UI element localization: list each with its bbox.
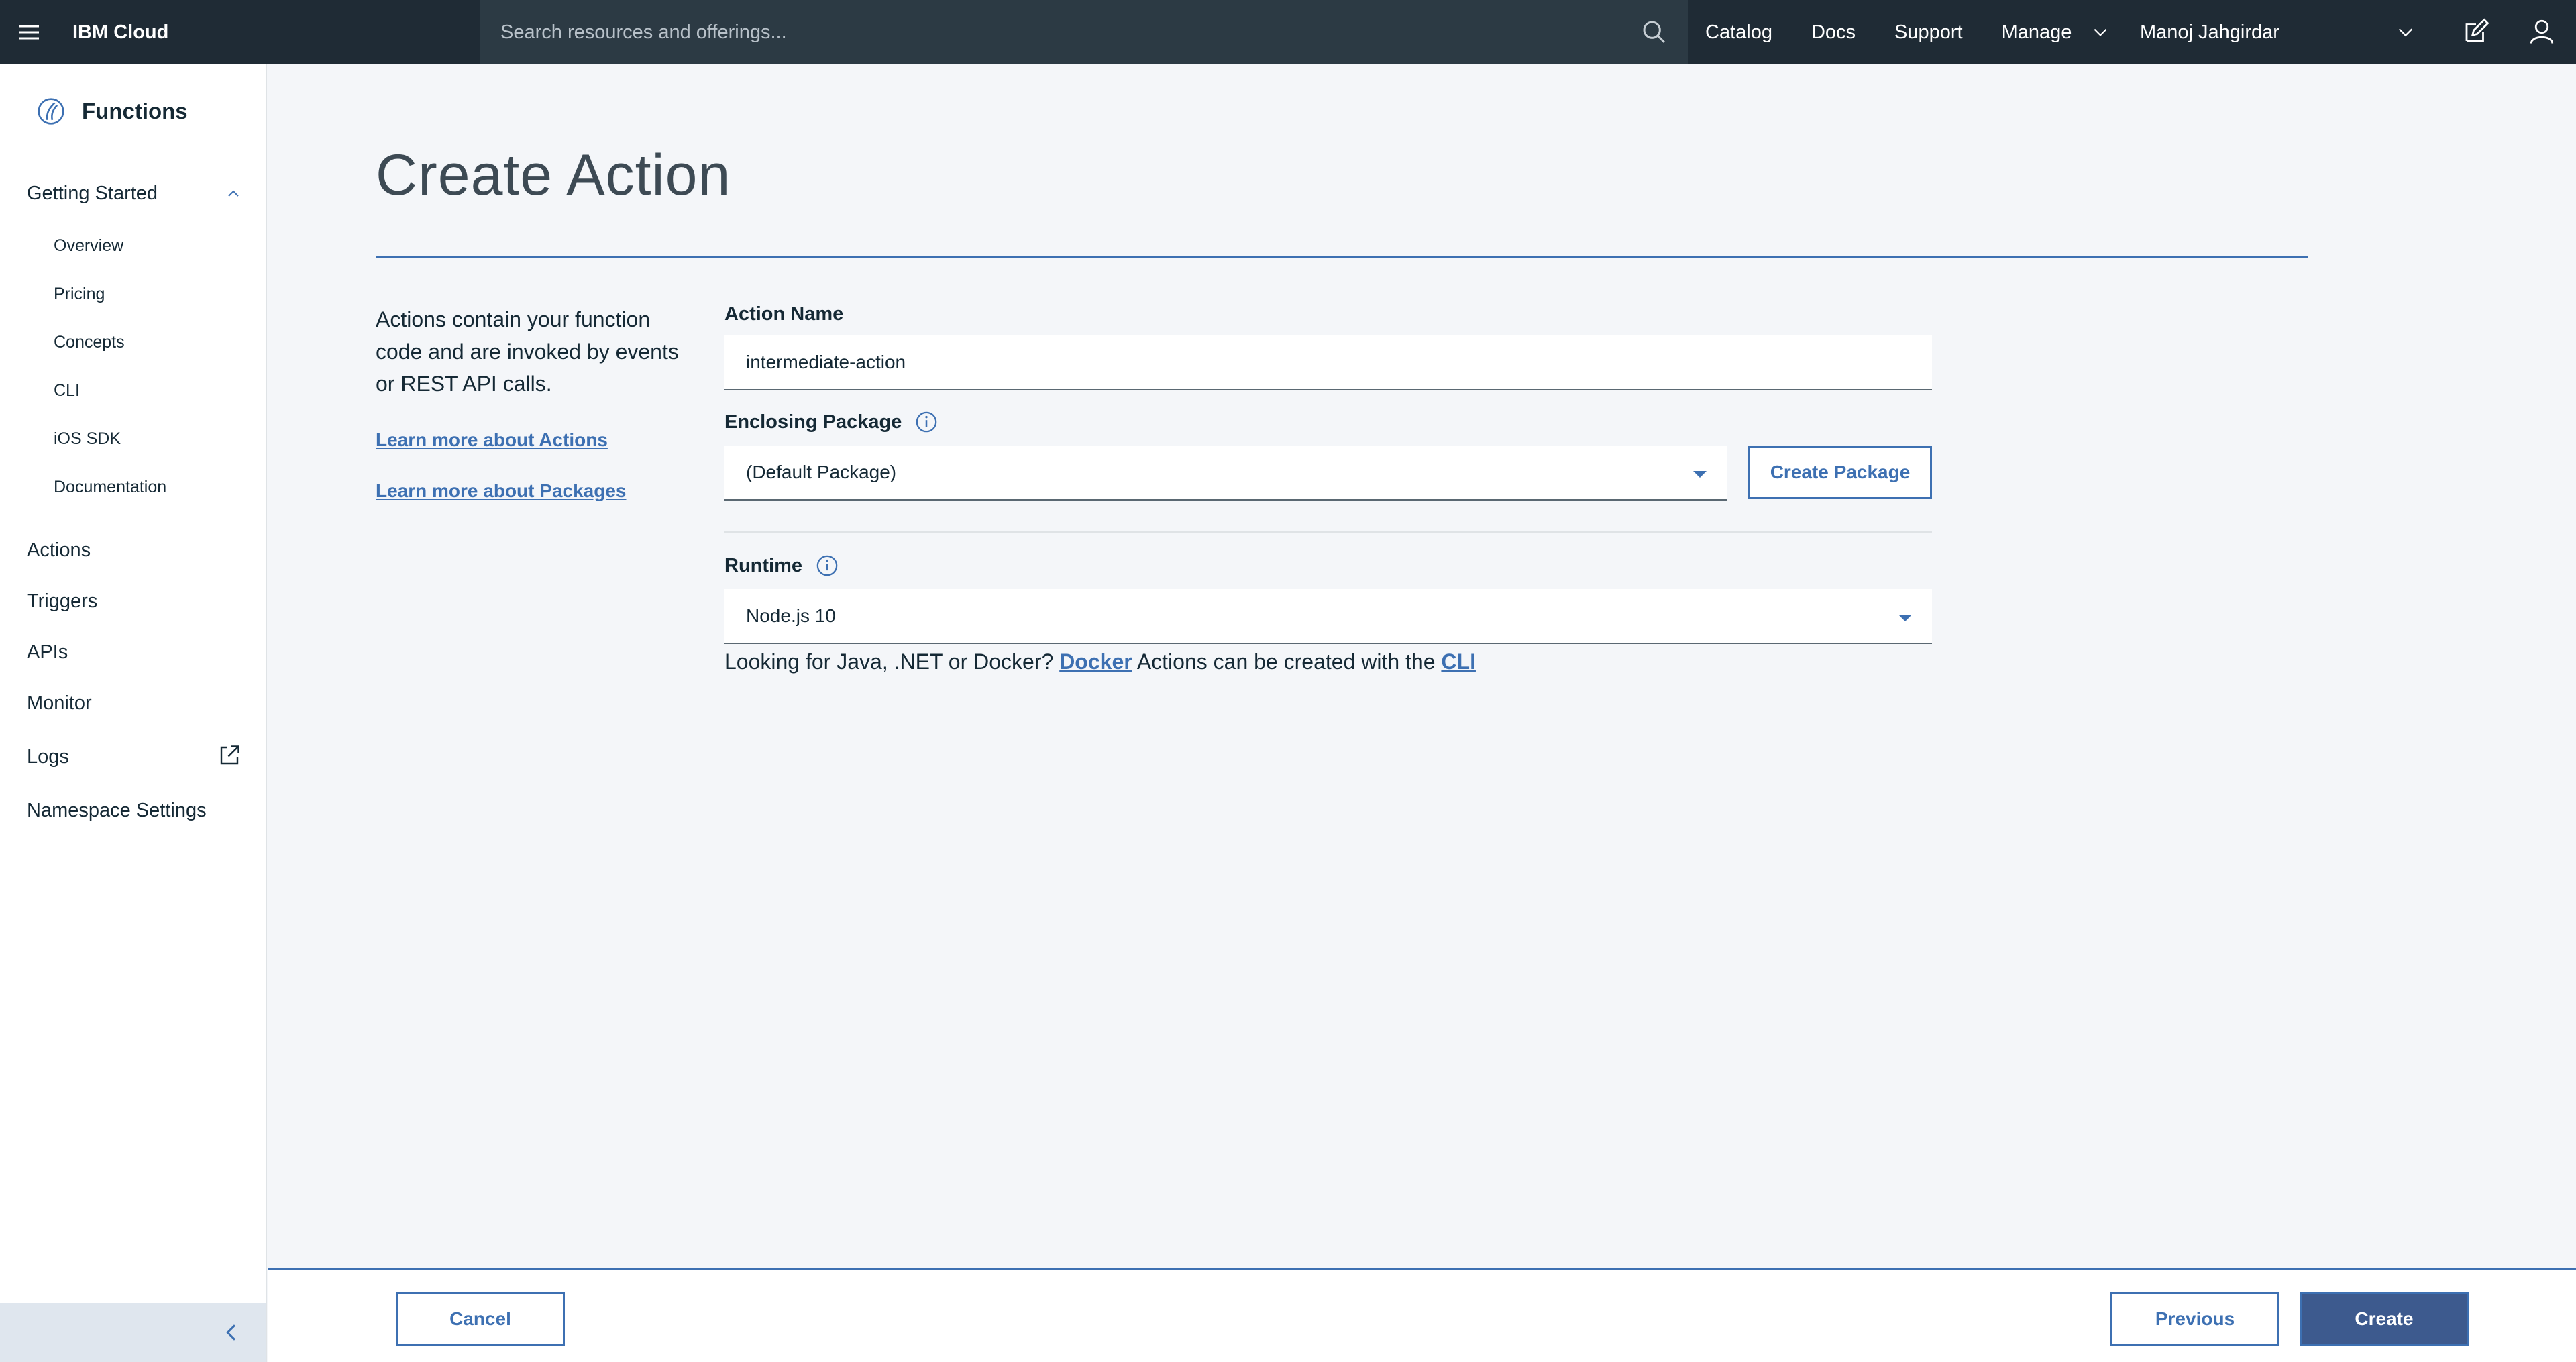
docker-link[interactable]: Docker [1059,649,1132,674]
runtime-hint: Looking for Java, .NET or Docker? Docker… [724,649,1476,674]
nav-manage[interactable]: Manage [2002,21,2110,44]
runtime-label-text: Runtime [724,554,802,576]
top-header: IBM Cloud Catalog Docs Support Manage Ma… [0,0,2576,64]
enclosing-package-label-text: Enclosing Package [724,411,902,433]
external-link-icon[interactable] [217,743,241,768]
title-divider [376,256,2308,258]
search-icon[interactable] [1641,19,1668,46]
sidebar-item-logs[interactable]: Logs [27,746,69,768]
menu-icon[interactable] [0,0,58,64]
chevron-down-icon [2398,28,2413,37]
chevron-left-icon [226,1324,236,1341]
account-name: Manoj Jahgirdar [2140,21,2279,43]
search-bar [480,0,1688,64]
search-input[interactable] [500,21,1614,44]
sidebar: Functions Getting Started Overview Prici… [0,64,267,1362]
sidebar-item-cli[interactable]: CLI [54,381,80,401]
runtime-label: Runtime [724,554,839,577]
sidebar-item-triggers[interactable]: Triggers [27,590,97,613]
action-name-input[interactable] [724,335,1932,390]
caret-down-icon [1898,615,1912,621]
sidebar-item-namespace-settings[interactable]: Namespace Settings [27,800,207,822]
sidebar-item-pricing[interactable]: Pricing [54,284,105,304]
nav-docs[interactable]: Docs [1811,21,1856,44]
action-description: Actions contain your function code and a… [376,307,679,396]
action-name-label: Action Name [724,303,843,325]
caret-down-icon [1693,471,1707,478]
sidebar-group-label: Getting Started [27,182,158,204]
sidebar-item-concepts[interactable]: Concepts [54,333,125,352]
nav-catalog[interactable]: Catalog [1705,21,1772,44]
chevron-down-icon [2094,28,2107,36]
create-package-button[interactable]: Create Package [1748,446,1932,499]
info-icon[interactable] [816,554,839,577]
runtime-select[interactable]: Node.js 10 [724,589,1932,644]
brand-logo[interactable]: IBM Cloud [72,21,480,44]
sidebar-title[interactable]: Functions [36,97,188,126]
nav-manage-label: Manage [2001,21,2072,43]
sidebar-item-ios-sdk[interactable]: iOS SDK [54,429,121,449]
sidebar-title-label: Functions [82,99,188,123]
learn-more-packages-link[interactable]: Learn more about Packages [376,480,626,502]
sidebar-item-actions[interactable]: Actions [27,539,91,562]
learn-more-actions-link[interactable]: Learn more about Actions [376,429,608,451]
user-icon[interactable] [2528,17,2556,46]
hint-prefix: Looking for Java, .NET or Docker? [724,649,1054,674]
sidebar-item-monitor[interactable]: Monitor [27,692,92,715]
page-title: Create Action [376,143,731,207]
sidebar-item-apis[interactable]: APIs [27,641,68,664]
edit-icon[interactable] [2462,17,2490,46]
sidebar-item-documentation[interactable]: Documentation [54,478,166,497]
hint-middle: Actions can be created with the [1136,649,1436,674]
functions-icon [38,98,64,125]
account-switcher[interactable]: Manoj Jahgirdar [2140,0,2435,64]
cancel-button[interactable]: Cancel [396,1292,565,1346]
info-icon[interactable] [915,411,938,433]
sidebar-group-getting-started[interactable]: Getting Started [27,182,241,205]
enclosing-package-label: Enclosing Package [724,411,938,433]
create-button[interactable]: Create [2300,1292,2469,1346]
action-name-label-text: Action Name [724,303,844,325]
sidebar-collapse-button[interactable] [0,1303,266,1362]
enclosing-package-value: (Default Package) [746,462,897,482]
header-nav: Catalog Docs Support Manage [1705,0,2148,64]
section-divider [724,531,1932,533]
chevron-up-icon [228,190,239,197]
enclosing-package-select[interactable]: (Default Package) [724,446,1727,501]
sidebar-item-overview[interactable]: Overview [54,236,123,256]
cli-link[interactable]: CLI [1441,649,1476,674]
runtime-value: Node.js 10 [746,605,836,626]
nav-support[interactable]: Support [1894,21,1963,44]
previous-button[interactable]: Previous [2110,1292,2279,1346]
